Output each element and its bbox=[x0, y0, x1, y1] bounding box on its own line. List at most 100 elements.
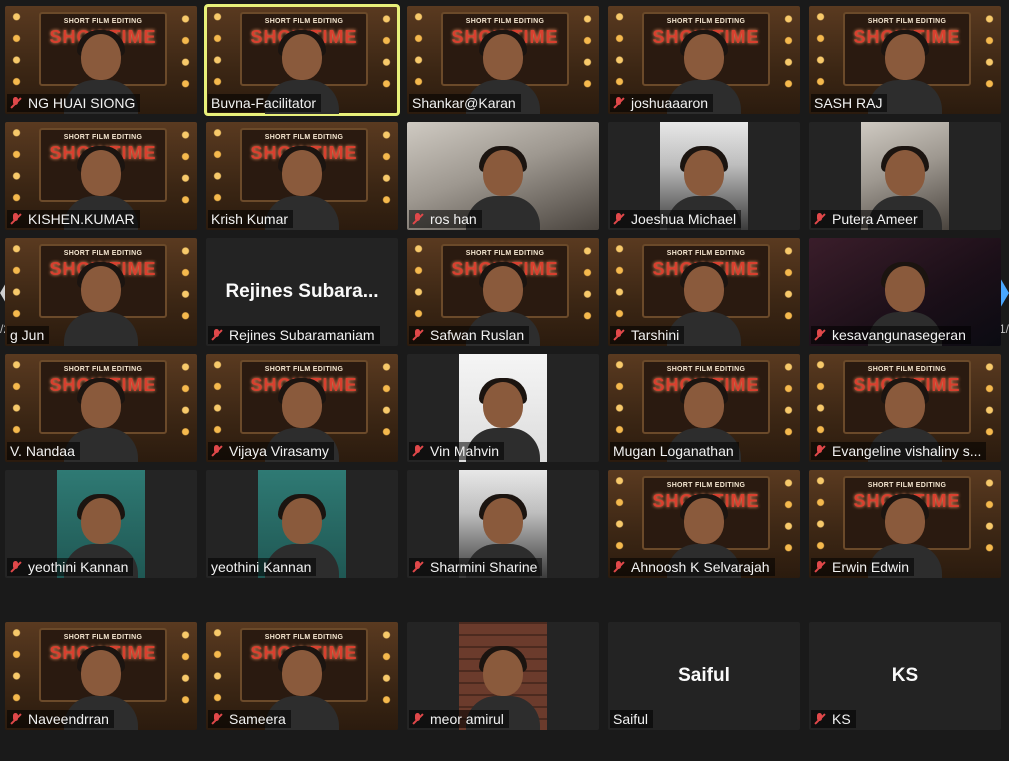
participant-name-label: Krish Kumar bbox=[208, 210, 294, 228]
participant-name: Sameera bbox=[229, 711, 286, 727]
muted-mic-icon bbox=[412, 713, 424, 725]
participant-name-label: meor amirul bbox=[409, 710, 509, 728]
participant-name-label: joshuaaaron bbox=[610, 94, 714, 112]
muted-mic-icon bbox=[613, 213, 625, 225]
board-caption: SHORT FILM EDITING bbox=[63, 250, 143, 257]
participant-name-label: Vin Mahvin bbox=[409, 442, 505, 460]
participant-name-label: V. Nandaa bbox=[7, 442, 80, 460]
board-caption: SHORT FILM EDITING bbox=[264, 134, 344, 141]
participant-tile[interactable]: KS KS bbox=[809, 622, 1001, 730]
participant-name-label: NG HUAI SIONG bbox=[7, 94, 141, 112]
muted-mic-icon bbox=[613, 561, 625, 573]
participant-name-label: Buvna-Facilitator bbox=[208, 94, 322, 112]
participant-tile[interactable]: Saiful Saiful bbox=[608, 622, 800, 730]
board-caption: SHORT FILM EDITING bbox=[63, 634, 143, 641]
muted-mic-icon bbox=[412, 445, 424, 457]
muted-mic-icon bbox=[211, 445, 223, 457]
participant-tile[interactable]: SHORT FILM EDITINGSHOWTIMEMugan Loganath… bbox=[608, 354, 800, 462]
participant-name-label: Saiful bbox=[610, 710, 654, 728]
board-caption: SHORT FILM EDITING bbox=[666, 482, 746, 489]
muted-mic-icon bbox=[211, 713, 223, 725]
participant-tile[interactable]: SHORT FILM EDITINGSHOWTIMEKISHEN.KUMAR bbox=[5, 122, 197, 230]
muted-mic-icon bbox=[814, 329, 826, 341]
participant-tile[interactable]: yeothini Kannan bbox=[206, 470, 398, 578]
participant-name: yeothini Kannan bbox=[211, 559, 312, 575]
participant-tile[interactable]: Putera Ameer bbox=[809, 122, 1001, 230]
participant-name: Joeshua Michael bbox=[631, 211, 737, 227]
participant-tile[interactable]: SHORT FILM EDITINGSHOWTIMENG HUAI SIONG bbox=[5, 6, 197, 114]
participant-name: Tarshini bbox=[631, 327, 680, 343]
board-caption: SHORT FILM EDITING bbox=[666, 366, 746, 373]
participant-name-label: ros han bbox=[409, 210, 482, 228]
participant-tile[interactable]: SHORT FILM EDITINGSHOWTIMEBuvna-Facilita… bbox=[204, 4, 400, 116]
participant-name: g Jun bbox=[10, 327, 45, 343]
participant-name-label: Joeshua Michael bbox=[610, 210, 742, 228]
board-caption: SHORT FILM EDITING bbox=[465, 250, 545, 257]
participant-tile[interactable]: SHORT FILM EDITINGSHOWTIMEV. Nandaa bbox=[5, 354, 197, 462]
participant-name: Vin Mahvin bbox=[430, 443, 500, 459]
participant-tile[interactable]: SHORT FILM EDITINGSHOWTIMEAhnoosh K Selv… bbox=[608, 470, 800, 578]
participant-name: Krish Kumar bbox=[211, 211, 289, 227]
participant-name: Buvna-Facilitator bbox=[211, 95, 317, 111]
participant-name-label: Rejines Subaramaniam bbox=[208, 326, 380, 344]
participant-name: yeothini Kannan bbox=[28, 559, 129, 575]
participant-tile[interactable]: Joeshua Michael bbox=[608, 122, 800, 230]
muted-mic-icon bbox=[814, 561, 826, 573]
participant-name: Evangeline vishaliny s... bbox=[832, 443, 982, 459]
participant-name: kesavangunasegeran bbox=[832, 327, 966, 343]
participant-tile[interactable]: Sharmini Sharine bbox=[407, 470, 599, 578]
participant-name: KISHEN.KUMAR bbox=[28, 211, 135, 227]
board-caption: SHORT FILM EDITING bbox=[63, 366, 143, 373]
participant-tile[interactable]: SHORT FILM EDITINGSHOWTIMEKrish Kumar bbox=[206, 122, 398, 230]
participant-name: Putera Ameer bbox=[832, 211, 918, 227]
participant-tile[interactable]: SHORT FILM EDITINGSHOWTIMEEvangeline vis… bbox=[809, 354, 1001, 462]
participant-tile[interactable]: SHORT FILM EDITINGSHOWTIMEErwin Edwin bbox=[809, 470, 1001, 578]
participant-tile[interactable]: Vin Mahvin bbox=[407, 354, 599, 462]
board-caption: SHORT FILM EDITING bbox=[63, 134, 143, 141]
participant-name-label: Shankar@Karan bbox=[409, 94, 521, 112]
muted-mic-icon bbox=[10, 213, 22, 225]
participant-tile[interactable]: SHORT FILM EDITINGSHOWTIMEg Jun bbox=[5, 238, 197, 346]
participant-tile[interactable]: SHORT FILM EDITINGSHOWTIMESafwan Ruslan bbox=[407, 238, 599, 346]
participant-name: ros han bbox=[430, 211, 477, 227]
muted-mic-icon bbox=[412, 329, 424, 341]
muted-mic-icon bbox=[814, 713, 826, 725]
participant-tile[interactable]: Rejines Subara... Rejines Subaramaniam bbox=[206, 238, 398, 346]
muted-mic-icon bbox=[613, 97, 625, 109]
participant-name: SASH RAJ bbox=[814, 95, 883, 111]
participant-name-label: Sameera bbox=[208, 710, 291, 728]
participant-tile[interactable]: SHORT FILM EDITINGSHOWTIMEjoshuaaaron bbox=[608, 6, 800, 114]
participant-name-label: Naveendrran bbox=[7, 710, 114, 728]
participant-tile[interactable]: SHORT FILM EDITINGSHOWTIMEVijaya Virasam… bbox=[206, 354, 398, 462]
participant-tile[interactable]: SHORT FILM EDITINGSHOWTIMETarshini bbox=[608, 238, 800, 346]
participant-name-label: yeothini Kannan bbox=[7, 558, 134, 576]
participant-name: meor amirul bbox=[430, 711, 504, 727]
participant-display-name: KS bbox=[891, 665, 919, 686]
participant-video bbox=[64, 262, 138, 346]
participant-name: Saiful bbox=[613, 711, 649, 727]
muted-mic-icon bbox=[10, 97, 22, 109]
participant-tile[interactable]: meor amirul bbox=[407, 622, 599, 730]
participant-name: Naveendrran bbox=[28, 711, 109, 727]
muted-mic-icon bbox=[412, 213, 424, 225]
participant-tile[interactable]: SHORT FILM EDITINGSHOWTIMENaveendrran bbox=[5, 622, 197, 730]
participant-name-label: KISHEN.KUMAR bbox=[7, 210, 140, 228]
board-caption: SHORT FILM EDITING bbox=[264, 18, 344, 25]
participant-name: Erwin Edwin bbox=[832, 559, 910, 575]
participant-name: Shankar@Karan bbox=[412, 95, 516, 111]
board-caption: SHORT FILM EDITING bbox=[63, 18, 143, 25]
participant-tile[interactable]: yeothini Kannan bbox=[5, 470, 197, 578]
participant-tile[interactable]: SHORT FILM EDITINGSHOWTIMESASH RAJ bbox=[809, 6, 1001, 114]
participant-tile[interactable]: kesavangunasegeran bbox=[809, 238, 1001, 346]
participant-name-label: SASH RAJ bbox=[811, 94, 888, 112]
participant-tile[interactable]: SHORT FILM EDITINGSHOWTIMESameera bbox=[206, 622, 398, 730]
participant-name: Sharmini Sharine bbox=[430, 559, 538, 575]
participant-display-name: Saiful bbox=[678, 665, 730, 686]
participant-name-label: Putera Ameer bbox=[811, 210, 923, 228]
participant-name: NG HUAI SIONG bbox=[28, 95, 136, 111]
muted-mic-icon bbox=[10, 561, 22, 573]
participant-name-label: Sharmini Sharine bbox=[409, 558, 543, 576]
participant-tile[interactable]: SHORT FILM EDITINGSHOWTIMEShankar@Karan bbox=[407, 6, 599, 114]
participant-tile[interactable]: ros han bbox=[407, 122, 599, 230]
board-caption: SHORT FILM EDITING bbox=[867, 18, 947, 25]
